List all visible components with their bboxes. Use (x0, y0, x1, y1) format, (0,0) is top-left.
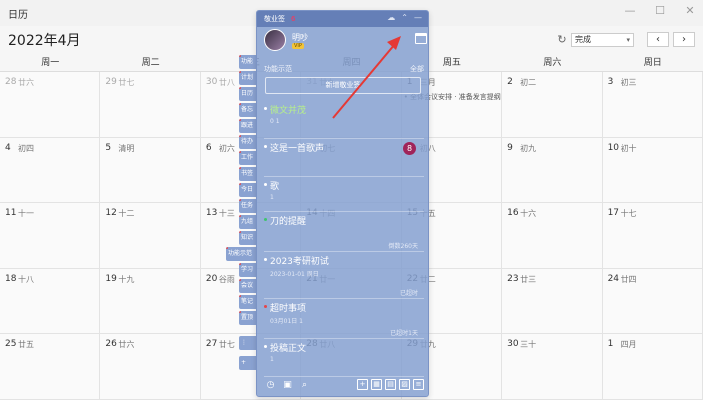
annotation-arrow (332, 36, 401, 119)
